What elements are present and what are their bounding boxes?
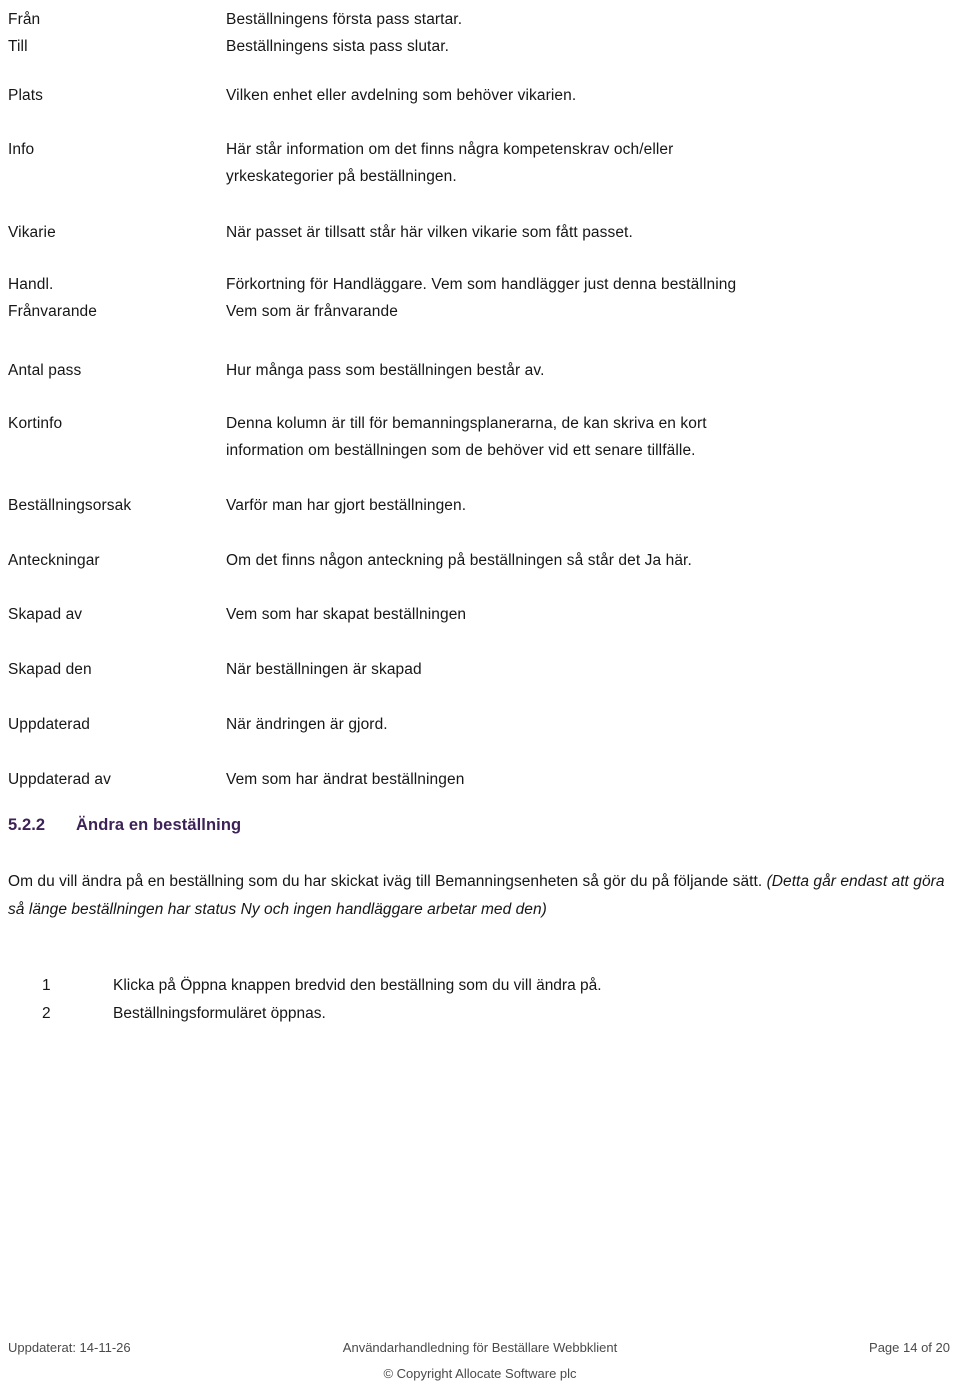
footer-page-number: Page 14 of 20: [869, 1340, 950, 1355]
field-description: Beställningens sista pass slutar.: [226, 33, 948, 60]
body-paragraph: Om du vill ändra på en beställning som d…: [8, 868, 952, 923]
field-label: Till: [8, 38, 28, 55]
field-description-line: Vem som har ändrat beställningen: [226, 771, 465, 788]
list-item: 1 Klicka på Öppna knappen bredvid den bes…: [0, 972, 960, 1000]
field-description-line: Vilken enhet eller avdelning som behöver…: [226, 87, 577, 104]
field-description: Varför man har gjort beställningen.: [226, 492, 948, 519]
field-description: När passet är tillsatt står här vilken v…: [226, 219, 948, 246]
field-label: Handl.: [8, 276, 54, 293]
field-description-line: När passet är tillsatt står här vilken v…: [226, 224, 633, 241]
field-description: Här står information om det finns några …: [226, 136, 948, 190]
field-description-line: Beställningens sista pass slutar.: [226, 38, 450, 55]
field-description: Denna kolumn är till för bemanningsplane…: [226, 410, 948, 464]
section-title: Ändra en beställning: [76, 816, 242, 834]
field-description: Förkortning för Handläggare. Vem som han…: [226, 271, 948, 298]
step-number: 2: [42, 1005, 51, 1022]
footer-copyright: © Copyright Allocate Software plc: [383, 1366, 577, 1381]
field-label: Uppdaterad: [8, 716, 91, 733]
step-text: Beställningsformuläret öppnas.: [113, 1005, 326, 1022]
field-description: Vilken enhet eller avdelning som behöver…: [226, 82, 948, 109]
paragraph-plain-text: Om du vill ändra på en beställning som d…: [8, 873, 767, 890]
step-number: 1: [42, 977, 51, 994]
field-description-line: yrkeskategorier på beställningen.: [226, 168, 457, 185]
field-description-line: När beställningen är skapad: [226, 661, 422, 678]
list-item: 2 Beställningsformuläret öppnas.: [0, 1000, 960, 1028]
field-description: Vem som är frånvarande: [226, 298, 948, 325]
field-description-line: Beställningens första pass startar.: [226, 11, 463, 28]
field-description-line: Vem som är frånvarande: [226, 303, 398, 320]
field-description: Om det finns någon anteckning på beställ…: [226, 547, 948, 574]
field-label: Från: [8, 11, 41, 28]
field-description-line: Om det finns någon anteckning på beställ…: [226, 552, 692, 569]
field-description-line: Här står information om det finns några …: [226, 141, 674, 158]
field-description: När ändringen är gjord.: [226, 711, 948, 738]
document-page: Från Beställningens första pass startar. T…: [0, 0, 960, 1394]
field-label: Plats: [8, 87, 43, 104]
field-description: Hur många pass som beställningen består …: [226, 357, 948, 384]
field-description-line: Denna kolumn är till för bemanningsplane…: [226, 415, 707, 432]
field-label: Skapad den: [8, 661, 92, 678]
field-description-line: När ändringen är gjord.: [226, 716, 388, 733]
step-text: Klicka på Öppna knappen bredvid den best…: [113, 977, 602, 994]
field-description-line: Vem som har skapat beställningen: [226, 606, 467, 623]
field-description: Vem som har skapat beställningen: [226, 601, 948, 628]
field-label: Uppdaterad av: [8, 771, 111, 788]
footer-document-title: Användarhandledning för Beställare Webbk…: [342, 1340, 618, 1355]
field-label: Antal pass: [8, 362, 82, 379]
field-description: Beställningens första pass startar.: [226, 6, 948, 33]
section-number: 5.2.2: [8, 816, 46, 834]
field-description-line: Varför man har gjort beställningen.: [226, 497, 467, 514]
field-label: Beställningsorsak: [8, 497, 132, 514]
field-description-line: Hur många pass som beställningen består …: [226, 362, 545, 379]
field-label: Anteckningar: [8, 552, 100, 569]
footer-main-row: Uppdaterat: 14-11-26 Användarhandledning…: [0, 1338, 960, 1362]
field-label: Frånvarande: [8, 303, 97, 320]
field-label: Vikarie: [8, 224, 56, 241]
field-description-line: Förkortning för Handläggare. Vem som han…: [226, 276, 737, 293]
page-footer: Uppdaterat: 14-11-26 Användarhandledning…: [0, 1338, 960, 1394]
field-label: Info: [8, 141, 35, 158]
section-heading: 5.2.2 Ändra en beställning: [8, 813, 908, 837]
field-description-line: information om beställningen som de behö…: [226, 442, 696, 459]
field-description: Vem som har ändrat beställningen: [226, 766, 948, 793]
field-label: Skapad av: [8, 606, 83, 623]
field-label: Kortinfo: [8, 415, 63, 432]
numbered-step-list: 1 Klicka på Öppna knappen bredvid den bes…: [0, 972, 960, 1028]
field-description: När beställningen är skapad: [226, 656, 948, 683]
